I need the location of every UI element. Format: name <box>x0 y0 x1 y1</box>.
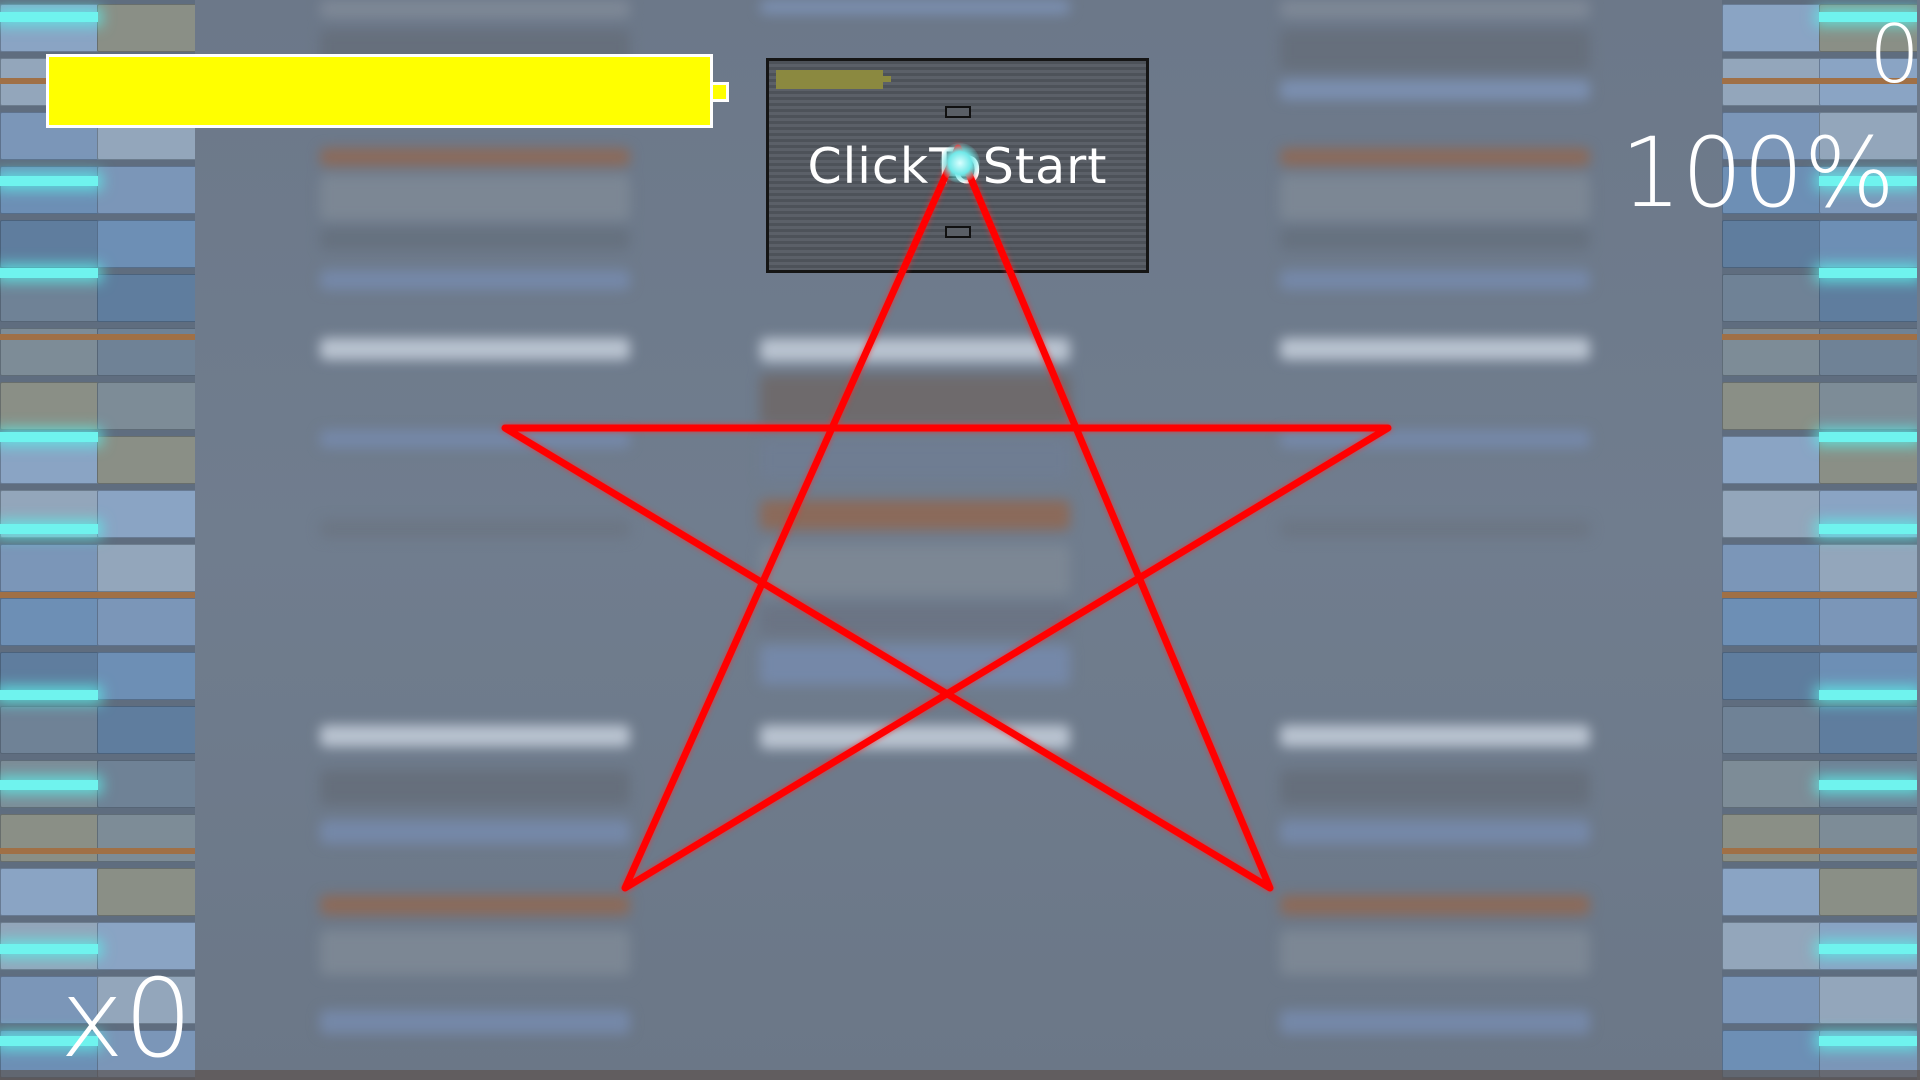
accuracy-display: 100% <box>1620 117 1895 229</box>
star-stroke <box>501 144 1392 892</box>
cursor-orb <box>940 143 980 183</box>
game-board[interactable]: ClickToStart 0 100% x0 <box>0 0 1920 1080</box>
score-display: 0 <box>1869 8 1920 101</box>
combo-counter: x0 <box>60 957 193 1080</box>
bottom-edge <box>0 1070 1920 1080</box>
